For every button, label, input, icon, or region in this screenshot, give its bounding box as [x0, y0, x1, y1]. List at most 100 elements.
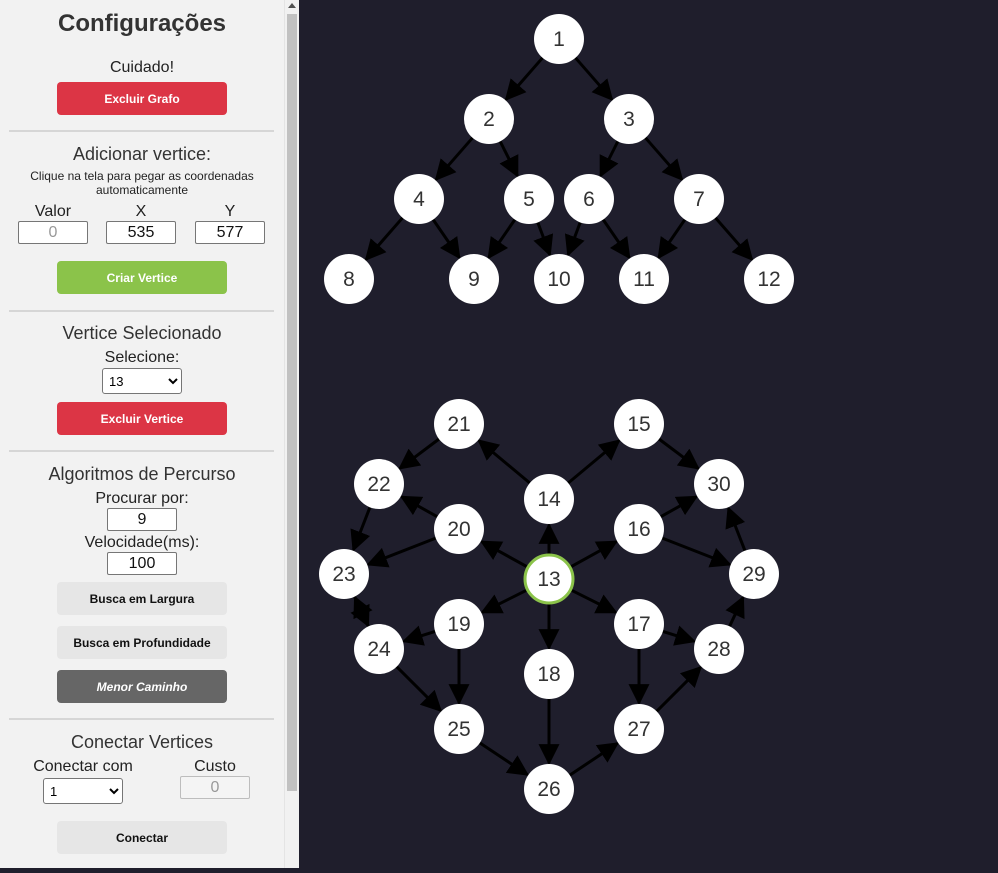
graph-node-29[interactable]: 29 — [729, 549, 779, 599]
graph-node-label: 28 — [707, 638, 730, 661]
graph-node-label: 24 — [367, 638, 391, 661]
graph-node-24[interactable]: 24 — [354, 624, 404, 674]
graph-node-label: 20 — [447, 518, 470, 541]
vertex-select[interactable]: 13 — [102, 368, 182, 394]
graph-node-26[interactable]: 26 — [524, 764, 574, 814]
value-label: Valor — [34, 203, 72, 220]
graph-node-16[interactable]: 16 — [614, 504, 664, 554]
graph-node-3[interactable]: 3 — [604, 94, 654, 144]
scrollbar-thumb[interactable] — [287, 14, 297, 791]
graph-edge-29-30 — [725, 506, 747, 552]
graph-node-label: 7 — [693, 188, 705, 211]
connect-with-label: Conectar com — [33, 758, 133, 775]
graph-edge-22-23 — [350, 506, 372, 552]
graph-edge-5-9 — [487, 218, 517, 260]
sidebar-scrollbar[interactable] — [284, 0, 299, 868]
graph-edge-28-29 — [725, 595, 745, 627]
graph-node-14[interactable]: 14 — [524, 474, 574, 524]
graph-edge-6-11 — [601, 218, 631, 260]
graph-node-label: 25 — [447, 718, 470, 741]
bfs-button[interactable]: Busca em Largura — [57, 582, 227, 615]
graph-node-2[interactable]: 2 — [464, 94, 514, 144]
graph-node-17[interactable]: 17 — [614, 599, 664, 649]
warning-label: Cuidado! — [109, 59, 175, 76]
graph-node-23[interactable]: 23 — [319, 549, 369, 599]
scroll-up-arrow-icon[interactable] — [288, 3, 296, 8]
graph-node-label: 23 — [332, 563, 355, 586]
graph-node-label: 22 — [367, 473, 390, 496]
graph-node-label: 27 — [627, 718, 650, 741]
vertex-value-input[interactable] — [18, 221, 88, 244]
select-label: Selecione: — [104, 349, 180, 366]
graph-node-4[interactable]: 4 — [394, 174, 444, 224]
graph-edge-16-30 — [660, 495, 699, 519]
graph-edge-16-29 — [661, 536, 732, 568]
graph-node-20[interactable]: 20 — [434, 504, 484, 554]
graph-node-18[interactable]: 18 — [524, 649, 574, 699]
graph-node-5[interactable]: 5 — [504, 174, 554, 224]
graph-node-10[interactable]: 10 — [534, 254, 584, 304]
delete-graph-button[interactable]: Excluir Grafo — [57, 82, 227, 115]
graph-edge-1-2 — [504, 56, 544, 102]
graph-node-12[interactable]: 12 — [744, 254, 794, 304]
graph-node-label: 30 — [707, 473, 730, 496]
graph-edge-24-23 — [353, 595, 373, 627]
graph-node-21[interactable]: 21 — [434, 399, 484, 449]
connect-with-select[interactable]: 1 — [43, 778, 123, 804]
graph-edge-24-25 — [395, 665, 443, 713]
divider — [9, 310, 274, 312]
graph-edge-7-12 — [714, 216, 754, 262]
sidebar-title: Configurações — [57, 10, 227, 37]
graph-node-28[interactable]: 28 — [694, 624, 744, 674]
graph-node-25[interactable]: 25 — [434, 704, 484, 754]
graph-edge-4-8 — [364, 216, 404, 262]
graph-node-7[interactable]: 7 — [674, 174, 724, 224]
graph-node-9[interactable]: 9 — [449, 254, 499, 304]
graph-node-label: 12 — [757, 268, 780, 291]
search-value-input[interactable] — [107, 508, 177, 531]
graph-node-label: 14 — [537, 488, 561, 511]
divider — [9, 130, 274, 132]
graph-edge-13-17 — [570, 588, 618, 614]
graph-node-30[interactable]: 30 — [694, 459, 744, 509]
divider — [9, 718, 274, 720]
vertex-y-input[interactable] — [195, 221, 265, 244]
graph-node-label: 15 — [627, 413, 650, 436]
graph-edge-1-3 — [574, 56, 614, 102]
connect-button[interactable]: Conectar — [57, 821, 227, 854]
graph-node-label: 10 — [547, 268, 570, 291]
graph-node-label: 13 — [537, 568, 560, 591]
create-vertex-button[interactable]: Criar Vertice — [57, 261, 227, 294]
graph-edge-7-11 — [657, 218, 687, 260]
graph-node-15[interactable]: 15 — [614, 399, 664, 449]
graph-node-1[interactable]: 1 — [534, 14, 584, 64]
algorithms-heading: Algoritmos de Percurso — [48, 464, 236, 484]
search-for-label: Procurar por: — [95, 490, 189, 507]
graph-node-label: 4 — [413, 188, 425, 211]
speed-input[interactable] — [107, 552, 177, 575]
dfs-button[interactable]: Busca em Profundidade — [57, 626, 227, 659]
graph-node-label: 26 — [537, 778, 560, 801]
graph-canvas[interactable]: 1 2 3 4 5 6 7 8 9 10 11 12 13 14 15 16 17 18 19 20 21 22 23 24 2… — [299, 0, 998, 868]
graph-node-8[interactable]: 8 — [324, 254, 374, 304]
graph-node-label: 5 — [523, 188, 535, 211]
graph-node-19[interactable]: 19 — [434, 599, 484, 649]
graph-edge-2-4 — [434, 136, 474, 182]
graph-node-label: 2 — [483, 108, 495, 131]
delete-vertex-button[interactable]: Excluir Vertice — [57, 402, 227, 435]
graph-node-22[interactable]: 22 — [354, 459, 404, 509]
vertex-x-input[interactable] — [106, 221, 176, 244]
cost-input[interactable] — [180, 776, 250, 799]
graph-node-13[interactable]: 13 — [523, 553, 575, 605]
shortest-path-button[interactable]: Menor Caminho — [57, 670, 227, 703]
graph-node-6[interactable]: 6 — [564, 174, 614, 224]
graph-node-label: 8 — [343, 268, 355, 291]
graph-node-label: 1 — [553, 28, 565, 51]
graph-svg: 12 34 5 6 78 9 10 11 121314151617181920212223242… — [319, 14, 794, 814]
graph-edge-25-26 — [478, 741, 530, 776]
graph-edge-3-6 — [599, 140, 620, 178]
graph-edge-20-23 — [366, 536, 437, 568]
graph-node-27[interactable]: 27 — [614, 704, 664, 754]
graph-node-label: 29 — [742, 563, 765, 586]
graph-node-11[interactable]: 11 — [619, 254, 669, 304]
